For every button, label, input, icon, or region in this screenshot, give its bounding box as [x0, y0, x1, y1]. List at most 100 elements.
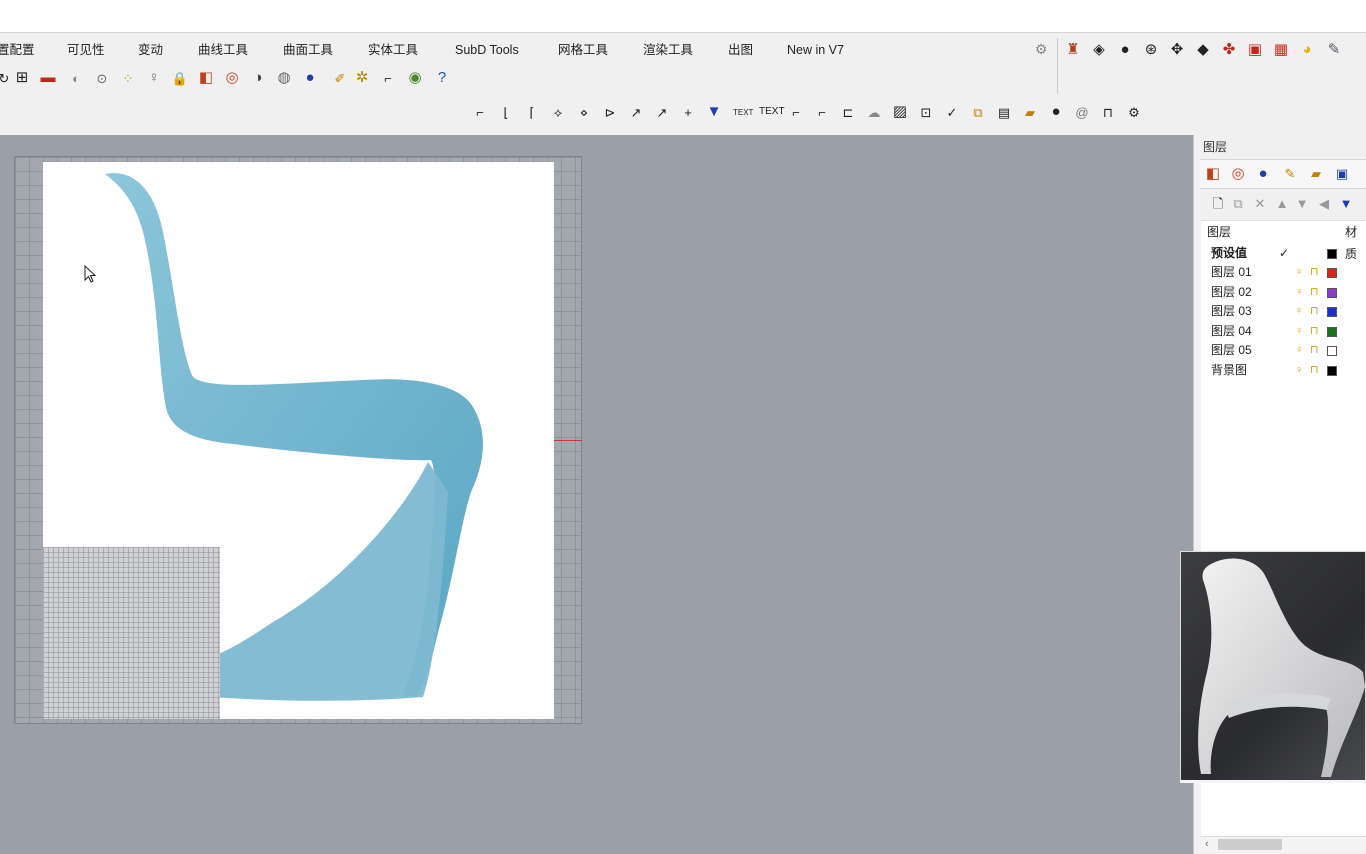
folder-icon[interactable]: ▰ — [1020, 103, 1040, 123]
layer-color-swatch[interactable] — [1327, 288, 1337, 298]
render-sphere-grey-icon[interactable]: ◍ — [274, 68, 294, 88]
block-icon[interactable]: ⊡ — [916, 103, 936, 123]
gears-icon[interactable]: ✲ — [352, 68, 372, 88]
current-check-icon[interactable]: ✓ — [1279, 244, 1289, 263]
check-dim-icon[interactable]: ✓ — [942, 103, 962, 123]
filter-icon[interactable]: ▼ — [1336, 194, 1356, 214]
unlock-icon[interactable]: ⊓ — [1310, 305, 1319, 317]
detail-icon[interactable]: ⊓ — [1098, 103, 1118, 123]
blue-sphere-icon[interactable]: ● — [300, 68, 320, 88]
four-viewports-icon[interactable]: ⊞ — [12, 68, 32, 88]
render-sphere-icon[interactable]: ● — [1115, 40, 1135, 60]
layer-color-swatch[interactable] — [1327, 307, 1337, 317]
tab-mesh-tools[interactable]: 网格工具 — [558, 38, 608, 62]
layer-color-swatch[interactable] — [1327, 346, 1337, 356]
text-small-button[interactable]: TEXT — [733, 108, 753, 117]
eye-icon[interactable]: ◐ — [66, 69, 86, 89]
color-wheel-icon[interactable]: ◎ — [222, 68, 242, 88]
layer-color-swatch[interactable] — [1327, 366, 1337, 376]
layer-icon[interactable]: ◧ — [196, 68, 216, 88]
cloud-icon[interactable]: ☁ — [864, 103, 884, 123]
command-line[interactable] — [0, 12, 1366, 33]
black-dot-icon[interactable]: ● — [1046, 102, 1066, 122]
pen-icon[interactable]: ✐ — [330, 69, 350, 89]
ground-plane-icon[interactable]: ▣ — [1245, 40, 1265, 60]
leader2-icon[interactable]: ⌐ — [812, 103, 832, 123]
lock-icon[interactable]: 🔒 — [170, 69, 190, 89]
layer-color-swatch[interactable] — [1327, 268, 1337, 278]
light-bulb-icon[interactable]: ♀ — [1295, 266, 1304, 278]
light-bulb-icon[interactable]: ♀ — [1295, 364, 1304, 376]
render-checker-icon[interactable]: ◈ — [1089, 40, 1109, 60]
globe-icon[interactable]: ◉ — [405, 68, 425, 88]
folder-tab-icon[interactable]: ▰ — [1306, 164, 1326, 184]
display-tab-icon[interactable]: ▣ — [1332, 164, 1352, 184]
scroll-left-icon[interactable]: ‹ — [1205, 838, 1209, 850]
unlock-icon[interactable]: ⊓ — [1310, 266, 1319, 278]
brush-icon[interactable]: ✎ — [1324, 40, 1344, 60]
scrollbar-thumb[interactable] — [1218, 839, 1282, 850]
dim-linear-icon[interactable]: ⌐ — [470, 103, 490, 123]
tab-visibility[interactable]: 可见性 — [67, 38, 105, 62]
tab-transform[interactable]: 变动 — [138, 38, 163, 62]
text-large-button[interactable]: TEXT — [759, 106, 785, 117]
tab-config[interactable]: 置配置 — [0, 38, 35, 62]
layer-row[interactable]: 图层 01 ♀ ⊓ — [1201, 263, 1366, 282]
spiral-icon[interactable]: @ — [1072, 103, 1092, 123]
dimension-icon[interactable]: ⌐ — [378, 69, 398, 89]
dim-arc-icon[interactable]: ⋄ — [574, 103, 594, 123]
dim-point-icon[interactable]: ⊳ — [600, 103, 620, 123]
unlock-icon[interactable]: ⊓ — [1310, 364, 1319, 376]
dim-aligned-icon[interactable]: ⌊ — [496, 103, 516, 123]
unlock-icon[interactable]: ⊓ — [1310, 325, 1319, 337]
gear-icon[interactable]: ⚙ — [1033, 41, 1049, 57]
decal-icon[interactable]: ◆ — [1193, 40, 1213, 60]
layer-row[interactable]: 图层 03 ♀ ⊓ — [1201, 302, 1366, 321]
layers-tab-icon[interactable]: ◧ — [1203, 164, 1223, 184]
make2d-icon[interactable]: ⧉ — [968, 103, 988, 123]
move-left-icon[interactable]: ◀ — [1314, 194, 1334, 214]
leader-icon[interactable]: ⌐ — [786, 103, 806, 123]
new-sublayer-icon[interactable]: ⧉ — [1228, 194, 1248, 214]
tab-solid-tools[interactable]: 实体工具 — [368, 38, 418, 62]
checker-board-icon[interactable]: ▦ — [1271, 40, 1291, 60]
properties-tab-icon[interactable]: ✎ — [1280, 164, 1300, 184]
light-bulb-icon[interactable]: ♀ — [144, 68, 164, 88]
new-layer-icon[interactable]: 🗋 — [1208, 194, 1228, 214]
unlock-icon[interactable]: ⊓ — [1310, 286, 1319, 298]
help-icon[interactable]: ? — [432, 68, 452, 88]
material-column-header[interactable]: 材质 — [1345, 221, 1366, 261]
hatch-icon[interactable]: ▨ — [890, 102, 910, 122]
layer-row[interactable]: 图层 05 ♀ ⊓ — [1201, 341, 1366, 360]
tab-curve-tools[interactable]: 曲线工具 — [198, 38, 248, 62]
light-bulb-icon[interactable]: ♀ — [1295, 325, 1304, 337]
light-bulb-icon[interactable]: ♀ — [1295, 305, 1304, 317]
plus-icon[interactable]: + — [678, 103, 698, 123]
layer-color-swatch[interactable] — [1327, 327, 1337, 337]
layer-row[interactable]: 背景图 ♀ ⊓ — [1201, 361, 1366, 380]
dim-radius-icon[interactable]: ↗ — [626, 103, 646, 123]
texture-icon[interactable]: ✥ — [1167, 40, 1187, 60]
move-up-icon[interactable]: ▲ — [1272, 194, 1292, 214]
layer-color-swatch[interactable] — [1327, 249, 1337, 259]
tab-drafting[interactable]: 出图 — [728, 38, 753, 62]
dim-diameter-icon[interactable]: ↗ — [652, 103, 672, 123]
clock-icon[interactable]: ⊙ — [92, 69, 112, 89]
move-down-icon[interactable]: ▼ — [1292, 194, 1312, 214]
layer-row[interactable]: 预设值 ✓ — [1201, 244, 1366, 263]
delete-icon[interactable]: ✕ — [1250, 194, 1270, 214]
dim-rotated-icon[interactable]: ⌈ — [522, 103, 542, 123]
layer-column-header[interactable]: 图层 — [1207, 221, 1231, 243]
tab-surface-tools[interactable]: 曲面工具 — [283, 38, 333, 62]
shade-sphere-icon[interactable]: ◑ — [248, 68, 268, 88]
tab-render-tools[interactable]: 渲染工具 — [643, 38, 693, 62]
shield-icon[interactable]: ▼ — [704, 102, 724, 122]
points-icon[interactable]: ⁘ — [118, 69, 138, 89]
light-bulb-icon[interactable]: ♀ — [1295, 344, 1304, 356]
leader3-icon[interactable]: ⊏ — [838, 103, 858, 123]
layer-row[interactable]: 图层 02 ♀ ⊓ — [1201, 283, 1366, 302]
table-icon[interactable]: ▤ — [994, 103, 1014, 123]
layer-row[interactable]: 图层 04 ♀ ⊓ — [1201, 322, 1366, 341]
tab-new-in-v7[interactable]: New in V7 — [787, 38, 844, 62]
car-icon[interactable]: ▬ — [38, 68, 58, 88]
